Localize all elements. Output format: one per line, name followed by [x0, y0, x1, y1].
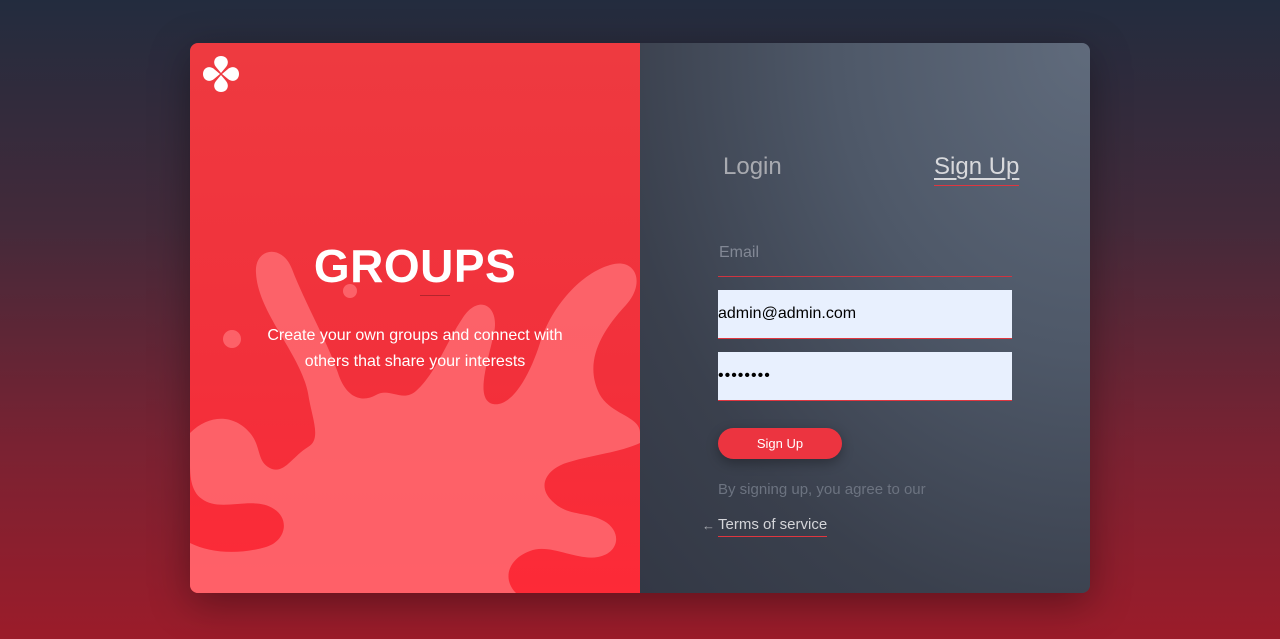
sign-up-button[interactable]: Sign Up: [718, 428, 842, 459]
password-input[interactable]: [718, 352, 1012, 401]
paint-splash-graphic: [190, 251, 640, 593]
auth-card: GROUPS Create your own groups and connec…: [190, 43, 1090, 593]
tab-login[interactable]: Login: [723, 153, 782, 181]
email-input[interactable]: [718, 290, 1012, 339]
brand-description: Create your own groups and connect with …: [267, 327, 563, 370]
tab-sign-up[interactable]: Sign Up: [934, 153, 1020, 186]
terms-of-service-link[interactable]: Terms of service: [718, 516, 828, 537]
brand-panel: GROUPS Create your own groups and connec…: [190, 43, 640, 593]
groups-logo-icon: [203, 56, 239, 92]
terms-agreement-text: By signing up, you agree to our: [718, 481, 926, 498]
arrow-left-icon: ←: [702, 518, 715, 533]
form-panel: Login Sign Up Email Sign Up By signing u…: [640, 43, 1090, 593]
brand-title: GROUPS: [190, 239, 640, 296]
email-field-label: Email: [718, 243, 1012, 277]
